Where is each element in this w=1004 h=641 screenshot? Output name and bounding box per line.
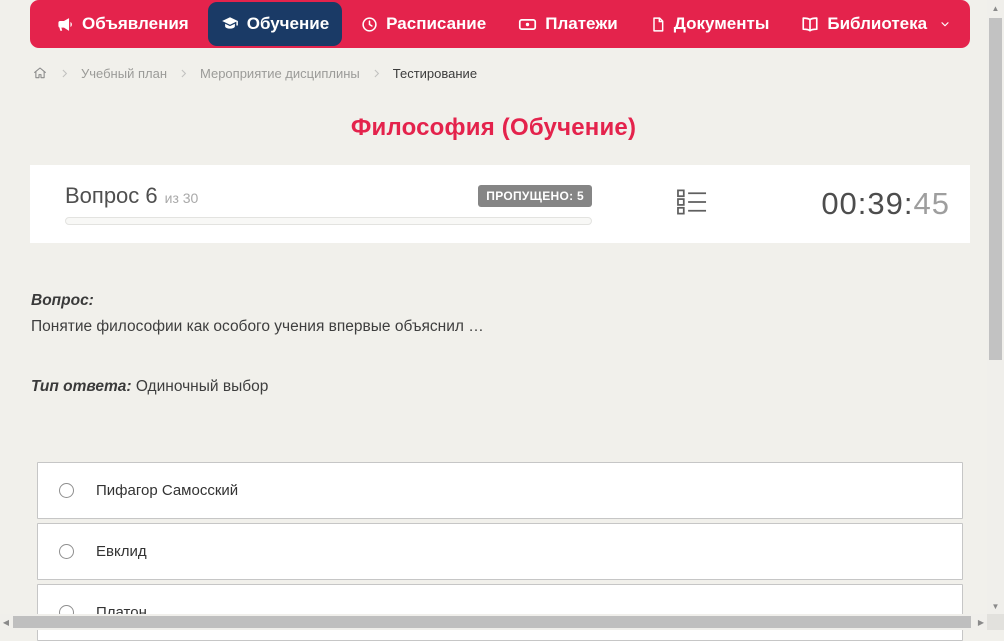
home-icon[interactable] [32, 65, 48, 81]
nav-item-payments[interactable]: Платежи [505, 2, 631, 46]
nav-item-schedule[interactable]: Расписание [348, 2, 499, 46]
answer-option-label: Пифагор Самосский [96, 482, 238, 499]
question-total: из 30 [165, 190, 199, 206]
timer-seconds: 45 [914, 186, 950, 221]
book-icon [801, 16, 819, 33]
breadcrumb-item-testing: Тестирование [393, 66, 477, 81]
banknote-icon [518, 16, 537, 33]
breadcrumb-item-discipline-event[interactable]: Мероприятие дисциплины [200, 66, 360, 81]
answer-type-value: Одиночный выбор [136, 378, 269, 395]
breadcrumb: Учебный план Мероприятие дисциплины Тест… [32, 62, 477, 84]
horizontal-scrollbar[interactable]: ◀ ▶ [0, 614, 987, 630]
nav-item-label: Библиотека [827, 14, 927, 34]
nav-item-label: Документы [674, 14, 770, 34]
question-label: Вопрос: [31, 292, 94, 310]
clock-icon [361, 16, 378, 33]
chevron-right-icon [177, 67, 190, 80]
megaphone-icon [57, 16, 74, 33]
question-list-icon [677, 188, 707, 221]
nav-item-label: Платежи [545, 14, 618, 34]
scroll-down-arrow-icon[interactable]: ▼ [987, 598, 1004, 614]
question-list-button[interactable] [677, 188, 707, 221]
nav-item-announcements[interactable]: Объявления [44, 2, 202, 46]
radio-button[interactable] [59, 544, 74, 559]
answer-type-label: Тип ответа: [31, 378, 132, 395]
answer-option[interactable]: Пифагор Самосский [37, 462, 963, 519]
question-text: Понятие философии как особого учения впе… [31, 318, 484, 336]
timer: 00:39:45 [821, 186, 950, 222]
horizontal-scrollbar-thumb[interactable] [13, 616, 971, 628]
page-title: Философия (Обучение) [0, 114, 987, 142]
nav-item-library[interactable]: Библиотека [788, 2, 964, 46]
question-progress-block: Вопрос 6 из 30 ПРОПУЩЕНО: 5 [65, 183, 592, 225]
radio-button[interactable] [59, 483, 74, 498]
scroll-right-arrow-icon[interactable]: ▶ [975, 614, 987, 630]
answer-option[interactable]: Платон [37, 584, 963, 641]
answer-type-line: Тип ответа: Одиночный выбор [31, 378, 268, 396]
nav-item-label: Объявления [82, 14, 189, 34]
skipped-badge: ПРОПУЩЕНО: 5 [478, 185, 592, 207]
scroll-up-arrow-icon[interactable]: ▲ [987, 0, 1004, 16]
question-number: Вопрос 6 [65, 183, 158, 209]
nav-item-learning[interactable]: Обучение [208, 2, 342, 46]
graduation-cap-icon [221, 15, 239, 33]
scrollbar-corner [987, 614, 1004, 630]
vertical-scrollbar[interactable]: ▲ ▼ [987, 0, 1004, 630]
answer-option[interactable]: Евклид [37, 523, 963, 580]
breadcrumb-item-curriculum[interactable]: Учебный план [81, 66, 167, 81]
nav-item-documents[interactable]: Документы [637, 2, 783, 46]
vertical-scrollbar-thumb[interactable] [989, 18, 1002, 360]
document-icon [650, 16, 666, 33]
timer-hours-minutes: 00:39: [821, 186, 913, 221]
answer-option-label: Евклид [96, 543, 147, 560]
scroll-left-arrow-icon[interactable]: ◀ [0, 614, 12, 630]
nav-item-label: Расписание [386, 14, 486, 34]
main-navigation: Объявления Обучение Расписание Платежи Д… [30, 0, 970, 48]
chevron-right-icon [58, 67, 71, 80]
question-header-card: Вопрос 6 из 30 ПРОПУЩЕНО: 5 00:39:45 [30, 165, 970, 243]
nav-item-label: Обучение [247, 14, 329, 34]
chevron-down-icon [939, 18, 951, 30]
progress-bar [65, 217, 592, 225]
chevron-right-icon [370, 67, 383, 80]
